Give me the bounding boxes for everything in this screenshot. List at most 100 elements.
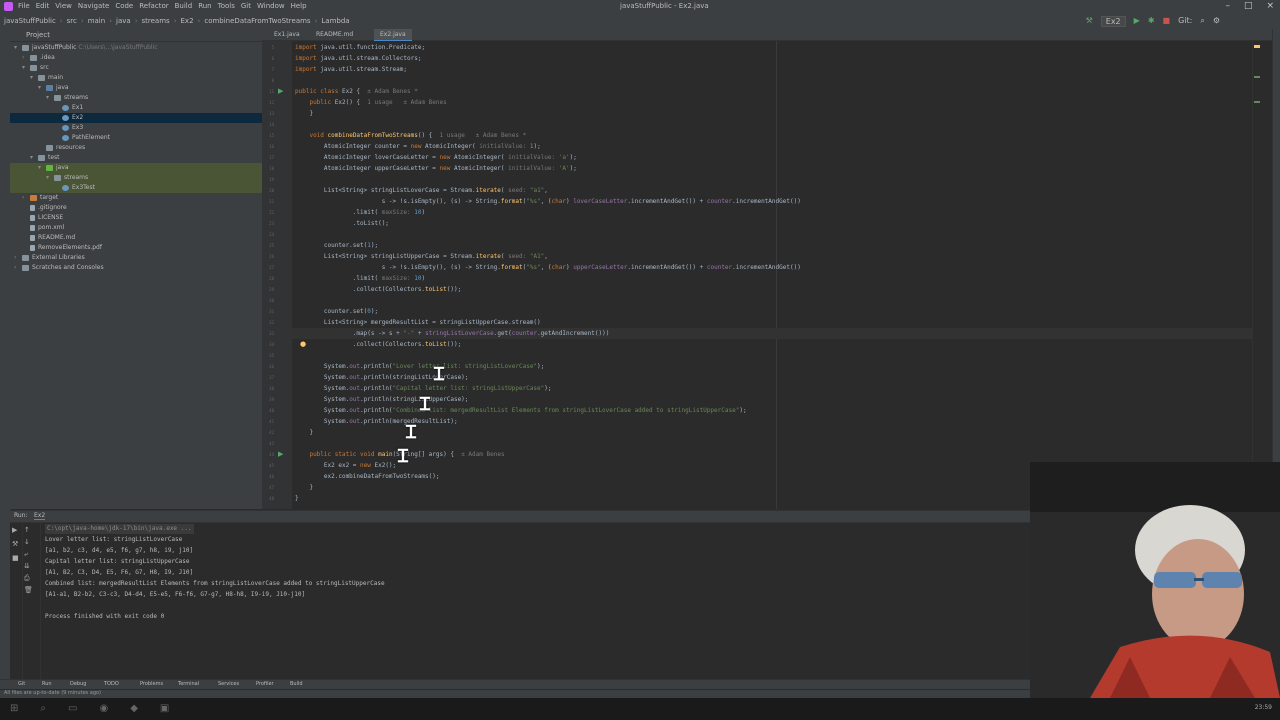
tree-item[interactable]: ▾ src bbox=[10, 63, 274, 73]
code-line[interactable]: .map(s -> s + "-" + stringListLoverCase.… bbox=[295, 329, 610, 338]
code-line[interactable]: } bbox=[295, 109, 313, 118]
run-gutter-icon[interactable]: ▶ bbox=[278, 87, 283, 95]
gear-icon[interactable]: ⚙ bbox=[1213, 16, 1220, 27]
tool-window-todo[interactable]: TODO bbox=[104, 681, 119, 687]
menu-item-navigate[interactable]: Navigate bbox=[78, 2, 109, 10]
tree-item[interactable]: README.md bbox=[10, 233, 274, 243]
code-line[interactable]: } bbox=[295, 428, 313, 437]
warning-marker[interactable] bbox=[1254, 45, 1260, 48]
code-line[interactable]: .collect(Collectors.toList()); bbox=[295, 340, 461, 349]
breadcrumb-item[interactable]: Ex2 bbox=[181, 17, 194, 25]
code-line[interactable]: AtomicInteger loverCaseLetter = new Atom… bbox=[295, 153, 577, 162]
close-icon[interactable]: × bbox=[1266, 1, 1274, 11]
editor-tab[interactable]: Ex1.java bbox=[268, 29, 306, 40]
code-line[interactable]: } bbox=[295, 494, 299, 503]
minimize-icon[interactable]: – bbox=[1225, 1, 1230, 11]
code-line[interactable]: AtomicInteger upperCaseLetter = new Atom… bbox=[295, 164, 577, 173]
editor-scrollbar[interactable] bbox=[1252, 41, 1273, 509]
menu-item-code[interactable]: Code bbox=[115, 2, 133, 10]
tree-item[interactable]: › External Libraries bbox=[10, 253, 266, 263]
up-arrow-icon[interactable]: ↑ bbox=[24, 526, 30, 534]
code-line[interactable]: Ex2 ex2 = new Ex2(); bbox=[295, 461, 396, 470]
expand-arrow-icon[interactable]: ▾ bbox=[46, 173, 54, 183]
code-line[interactable]: } bbox=[295, 483, 313, 492]
breadcrumb-item[interactable]: streams bbox=[142, 17, 170, 25]
search-icon[interactable]: ⌕ bbox=[1200, 16, 1204, 27]
code-line[interactable]: List<String> stringListUpperCase = Strea… bbox=[295, 252, 548, 261]
browser-icon[interactable]: ◉ bbox=[99, 703, 108, 714]
expand-arrow-icon[interactable]: ▾ bbox=[14, 43, 22, 53]
breadcrumb-item[interactable]: main bbox=[88, 17, 106, 25]
menu-item-refactor[interactable]: Refactor bbox=[139, 2, 168, 10]
expand-arrow-icon[interactable]: ▾ bbox=[38, 83, 46, 93]
stop-icon[interactable]: ■ bbox=[1163, 16, 1171, 27]
code-line[interactable]: List<String> mergedResultList = stringLi… bbox=[295, 318, 541, 327]
tool-window-git[interactable]: Git bbox=[18, 681, 25, 687]
expand-arrow-icon[interactable]: › bbox=[22, 193, 30, 203]
code-line[interactable]: void combineDataFromTwoStreams() { 1 usa… bbox=[295, 131, 526, 140]
folder-icon[interactable]: ▭ bbox=[68, 703, 77, 714]
tool-window-services[interactable]: Services bbox=[218, 681, 239, 687]
tool-window-terminal[interactable]: Terminal bbox=[178, 681, 199, 687]
tool-window-run[interactable]: Run bbox=[42, 681, 52, 687]
tree-item[interactable]: RemoveElements.pdf bbox=[10, 243, 274, 253]
code-line[interactable]: .collect(Collectors.toList()); bbox=[295, 285, 461, 294]
code-line[interactable]: import java.util.stream.Collectors; bbox=[295, 54, 421, 63]
tree-item[interactable]: › .idea bbox=[10, 53, 274, 63]
tree-item[interactable]: pom.xml bbox=[10, 223, 274, 233]
code-line[interactable]: AtomicInteger counter = new AtomicIntege… bbox=[295, 142, 541, 151]
code-line[interactable]: System.out.println(mergedResultList); bbox=[295, 417, 458, 426]
menu-item-view[interactable]: View bbox=[55, 2, 72, 10]
scroll-to-end-icon[interactable]: ⇊ bbox=[24, 562, 30, 570]
code-line[interactable]: List<String> stringListLoverCase = Strea… bbox=[295, 186, 548, 195]
code-line[interactable]: .limit( maxSize: 10) bbox=[295, 274, 425, 283]
tool-window-build[interactable]: Build bbox=[290, 681, 303, 687]
code-line[interactable]: s -> !s.isEmpty(), (s) -> String.format(… bbox=[295, 197, 801, 206]
code-line[interactable]: .toList(); bbox=[295, 219, 389, 228]
menu-item-git[interactable]: Git bbox=[241, 2, 251, 10]
expand-arrow-icon[interactable]: › bbox=[22, 53, 30, 63]
code-line[interactable]: ex2.combineDataFromTwoStreams(); bbox=[295, 472, 440, 481]
tree-item[interactable]: › target bbox=[10, 193, 274, 203]
change-marker[interactable] bbox=[1254, 76, 1260, 78]
breadcrumb-item[interactable]: java bbox=[116, 17, 131, 25]
tree-item[interactable]: LICENSE bbox=[10, 213, 274, 223]
expand-arrow-icon[interactable]: › bbox=[14, 253, 22, 263]
expand-arrow-icon[interactable]: ▾ bbox=[22, 63, 30, 73]
tree-item[interactable]: ▾ javaStuffPublic C:\Users\...\javaStuffP… bbox=[10, 43, 266, 53]
code-line[interactable]: counter.set(0); bbox=[295, 307, 378, 316]
breadcrumb-item[interactable]: src bbox=[67, 17, 77, 25]
terminal-icon[interactable]: ▣ bbox=[160, 703, 169, 714]
tree-item[interactable]: ▾ java bbox=[10, 83, 290, 93]
menu-item-build[interactable]: Build bbox=[175, 2, 193, 10]
editor-tab[interactable]: README.md bbox=[310, 29, 359, 40]
run-config-tab[interactable]: Ex2 bbox=[34, 512, 46, 520]
run-config-select[interactable]: Ex2 bbox=[1100, 16, 1126, 27]
breadcrumb-item[interactable]: Lambda bbox=[321, 17, 349, 25]
wrench-icon[interactable]: ⚒ bbox=[12, 540, 18, 548]
tool-window-problems[interactable]: Problems bbox=[140, 681, 163, 687]
menu-item-run[interactable]: Run bbox=[198, 2, 211, 10]
code-line[interactable]: System.out.println("Lover letter list: s… bbox=[295, 362, 544, 371]
code-line[interactable]: .limit( maxSize: 10) bbox=[295, 208, 425, 217]
code-line[interactable]: import java.util.stream.Stream; bbox=[295, 65, 407, 74]
code-line[interactable]: public Ex2() { 1 usage ± Adam Benes bbox=[295, 98, 446, 107]
code-line[interactable]: System.out.println("Combined list: merge… bbox=[295, 406, 747, 415]
stop-icon[interactable]: ■ bbox=[12, 554, 19, 562]
code-line[interactable]: System.out.println(stringListUpperCase); bbox=[295, 395, 469, 404]
menu-item-window[interactable]: Window bbox=[257, 2, 285, 10]
expand-arrow-icon[interactable]: ▾ bbox=[38, 163, 46, 173]
search-icon[interactable]: ⌕ bbox=[40, 703, 46, 714]
ide-icon[interactable]: ◆ bbox=[130, 703, 138, 714]
tree-item[interactable]: ▾ java bbox=[10, 163, 290, 173]
start-icon[interactable]: ⊞ bbox=[10, 703, 18, 714]
maximize-icon[interactable]: □ bbox=[1244, 1, 1253, 11]
change-marker[interactable] bbox=[1254, 101, 1260, 103]
expand-arrow-icon[interactable]: ▾ bbox=[46, 93, 54, 103]
hammer-icon[interactable]: ⚒ bbox=[1086, 16, 1093, 27]
breadcrumb-item[interactable]: combineDataFromTwoStreams bbox=[204, 17, 310, 25]
rerun-icon[interactable]: ▶ bbox=[12, 526, 17, 534]
soft-wrap-icon[interactable]: ⤶ bbox=[24, 550, 28, 559]
tree-item[interactable]: ▾ streams bbox=[10, 173, 298, 183]
code-line[interactable]: import java.util.function.Predicate; bbox=[295, 43, 425, 52]
